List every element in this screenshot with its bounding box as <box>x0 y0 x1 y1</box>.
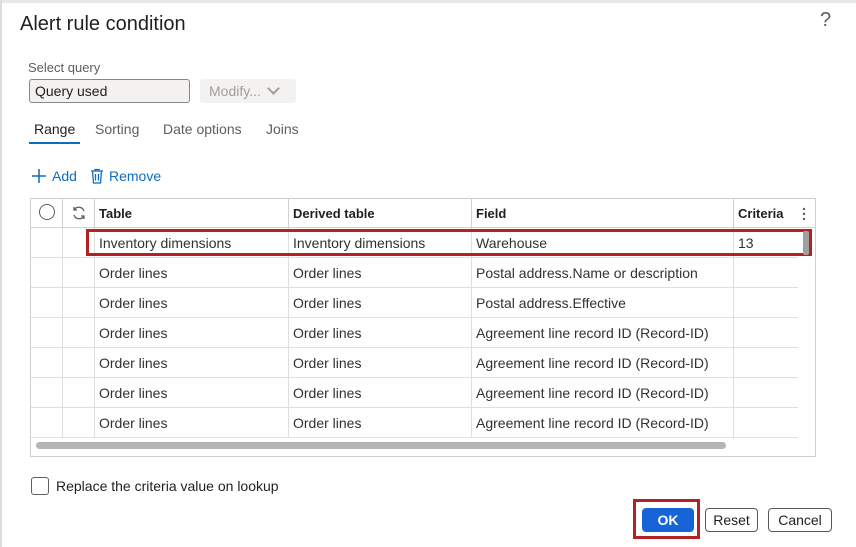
cell-criteria[interactable] <box>734 408 798 438</box>
add-button-label: Add <box>52 168 77 184</box>
row-selector[interactable] <box>31 318 63 348</box>
row-selector[interactable] <box>31 408 63 438</box>
cell-table[interactable]: Order lines <box>95 318 289 348</box>
row-spacer <box>63 258 95 288</box>
refresh-header[interactable] <box>63 199 95 228</box>
row-selector[interactable] <box>31 228 63 258</box>
add-button[interactable]: Add <box>31 168 77 184</box>
cell-derived-table[interactable]: Order lines <box>289 348 472 378</box>
cell-criteria[interactable] <box>734 348 798 378</box>
cell-table[interactable]: Order lines <box>95 378 289 408</box>
cell-field[interactable]: Agreement line record ID (Record-ID) <box>472 348 734 378</box>
row-selector[interactable] <box>31 348 63 378</box>
cell-criteria[interactable] <box>734 288 798 318</box>
active-tab-indicator <box>29 142 80 144</box>
cell-table[interactable]: Order lines <box>95 288 289 318</box>
row-spacer <box>63 318 95 348</box>
cell-criteria[interactable] <box>734 378 798 408</box>
modify-button[interactable]: Modify... <box>200 79 296 103</box>
cell-derived-table[interactable]: Order lines <box>289 408 472 438</box>
selected-row-highlight <box>86 229 812 256</box>
window-left-edge <box>0 0 2 547</box>
refresh-icon[interactable] <box>71 205 87 221</box>
row-spacer <box>63 408 95 438</box>
row-spacer <box>63 348 95 378</box>
radio-icon[interactable] <box>39 204 55 220</box>
cell-derived-table[interactable]: Order lines <box>289 288 472 318</box>
row-spacer <box>63 288 95 318</box>
more-header[interactable] <box>790 199 815 228</box>
tab-range[interactable]: Range <box>34 121 75 137</box>
cell-criteria[interactable] <box>734 318 798 348</box>
dialog-title: Alert rule condition <box>20 13 186 35</box>
row-selector[interactable] <box>31 288 63 318</box>
range-grid: Table Derived table Field Criteria Inven… <box>30 198 816 457</box>
tab-sorting[interactable]: Sorting <box>95 121 139 137</box>
cell-criteria[interactable] <box>734 258 798 288</box>
remove-button[interactable]: Remove <box>90 168 161 184</box>
row-selector[interactable] <box>31 378 63 408</box>
cell-table[interactable]: Order lines <box>95 348 289 378</box>
chevron-down-icon <box>267 82 280 95</box>
remove-button-label: Remove <box>109 168 162 184</box>
cell-field[interactable]: Agreement line record ID (Record-ID) <box>472 378 734 408</box>
more-vertical-icon[interactable] <box>802 207 806 221</box>
cell-field[interactable]: Agreement line record ID (Record-ID) <box>472 318 734 348</box>
row-spacer <box>63 378 95 408</box>
ok-button[interactable]: OK <box>642 508 694 532</box>
tab-date-options[interactable]: Date options <box>163 121 242 137</box>
cell-derived-table[interactable]: Order lines <box>289 378 472 408</box>
replace-criteria-label: Replace the criteria value on lookup <box>56 478 279 494</box>
tab-joins[interactable]: Joins <box>266 121 299 137</box>
window-top-edge <box>0 0 856 3</box>
cell-table[interactable]: Order lines <box>95 408 289 438</box>
cell-field[interactable]: Postal address.Name or description <box>472 258 734 288</box>
vertical-scrollbar[interactable] <box>803 231 809 255</box>
cell-derived-table[interactable]: Order lines <box>289 258 472 288</box>
modify-button-label: Modify... <box>209 83 261 99</box>
column-header-field[interactable]: Field <box>472 199 734 228</box>
select-query-label: Select query <box>28 60 101 75</box>
cell-field[interactable]: Postal address.Effective <box>472 288 734 318</box>
trash-icon <box>91 168 103 184</box>
column-header-derived-table[interactable]: Derived table <box>289 199 472 228</box>
select-all-header[interactable] <box>31 199 63 228</box>
cell-field[interactable]: Agreement line record ID (Record-ID) <box>472 408 734 438</box>
question-icon[interactable]: ? <box>820 9 831 32</box>
plus-icon <box>32 169 46 183</box>
query-input[interactable] <box>29 79 190 103</box>
column-header-criteria[interactable]: Criteria <box>734 199 790 228</box>
reset-button[interactable]: Reset <box>705 508 758 532</box>
cell-derived-table[interactable]: Order lines <box>289 318 472 348</box>
row-selector[interactable] <box>31 258 63 288</box>
horizontal-scrollbar[interactable] <box>36 442 726 449</box>
replace-criteria-checkbox[interactable] <box>31 477 49 495</box>
cell-table[interactable]: Order lines <box>95 258 289 288</box>
cancel-button[interactable]: Cancel <box>768 508 832 532</box>
column-header-table[interactable]: Table <box>95 199 289 228</box>
